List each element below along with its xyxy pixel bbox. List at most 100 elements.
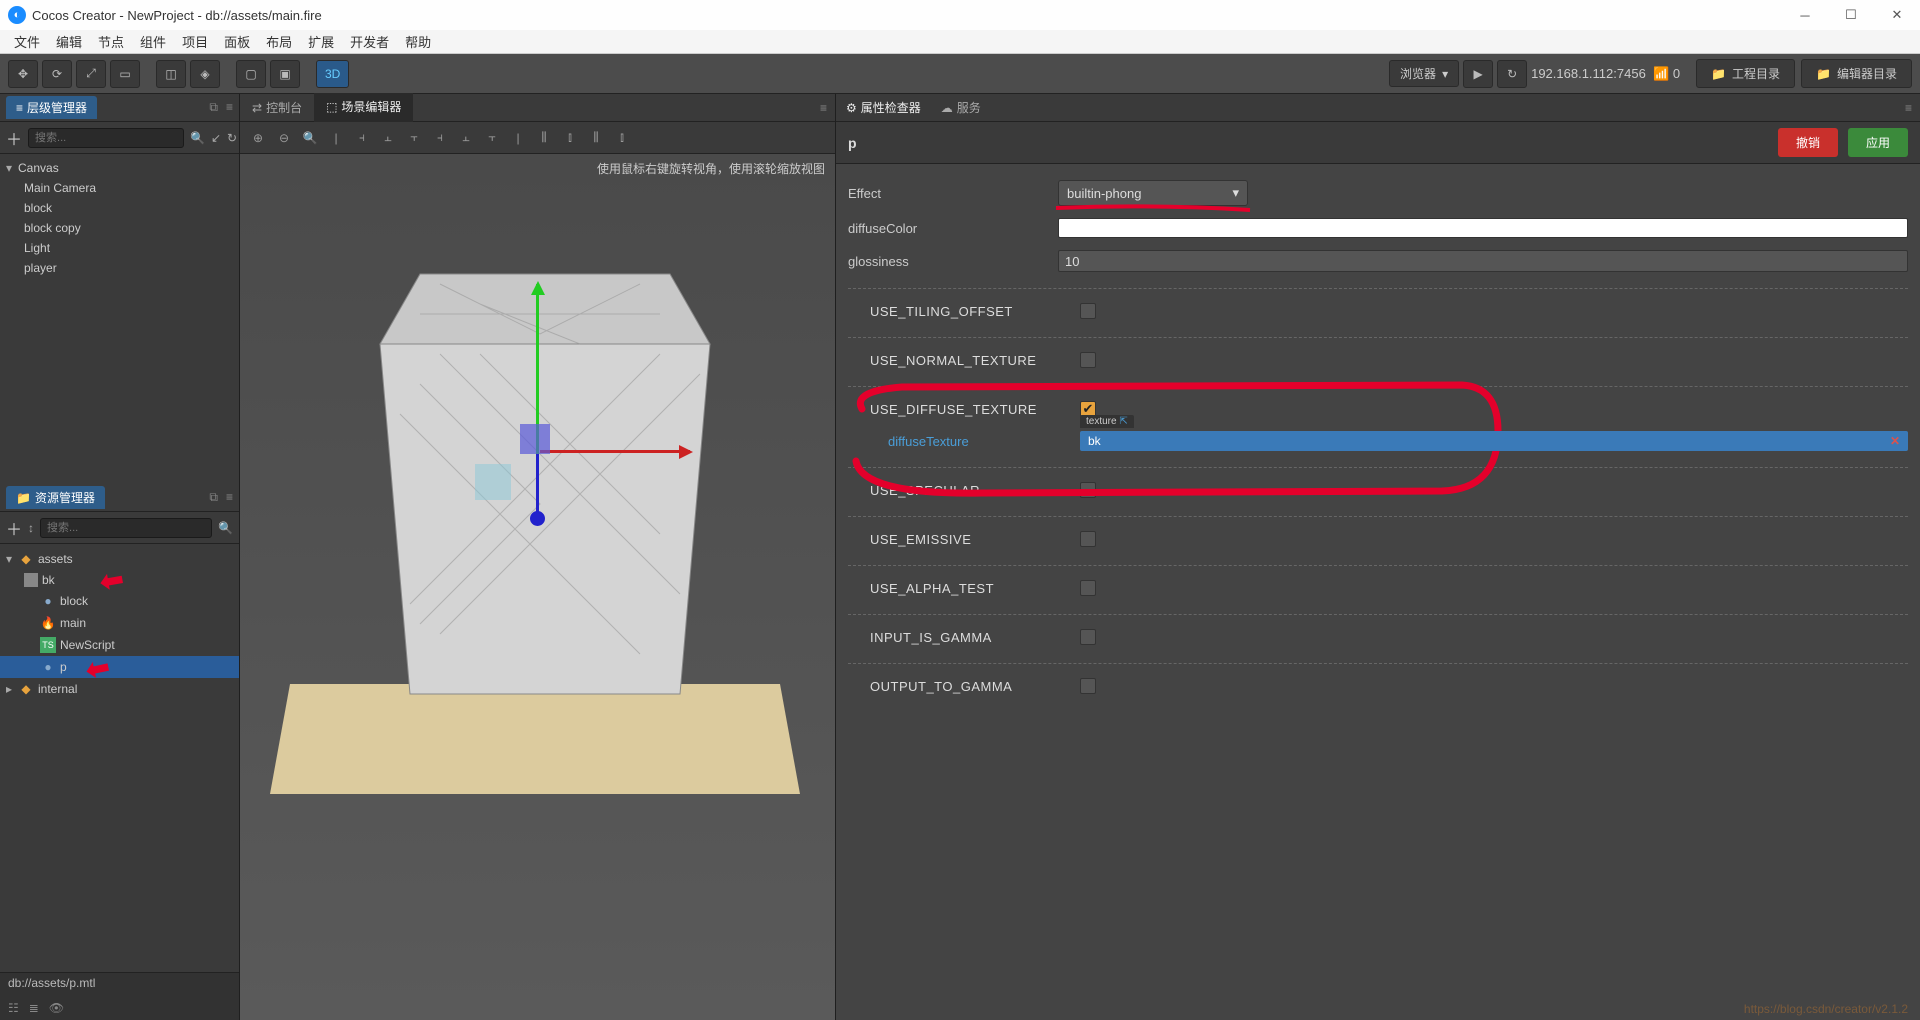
align-b-icon[interactable]: ⫟ — [480, 126, 504, 150]
panel-menu-icon[interactable]: ≡ — [1905, 101, 1912, 115]
search-icon[interactable]: 🔍 — [190, 131, 205, 145]
assets-internal[interactable]: ▸◆internal — [0, 678, 239, 700]
tree-item[interactable]: block — [0, 198, 239, 218]
tree-item[interactable]: player — [0, 258, 239, 278]
param-checkbox[interactable] — [1080, 482, 1096, 498]
menu-developer[interactable]: 开发者 — [342, 32, 397, 51]
add-node-button[interactable]: ＋ — [6, 126, 22, 150]
apply-button[interactable]: 应用 — [1848, 128, 1908, 157]
param-checkbox[interactable] — [1080, 303, 1096, 319]
services-tab[interactable]: ☁ 服务 — [931, 94, 991, 121]
align-r-icon[interactable]: ⫟ — [402, 126, 426, 150]
inspector-tab[interactable]: ⚙ 属性检查器 — [836, 94, 931, 121]
assets-search-input[interactable] — [40, 518, 212, 538]
refresh-button[interactable]: ↻ — [1497, 60, 1527, 88]
param-label: OUTPUT_TO_GAMMA — [870, 679, 1080, 694]
panel-menu-icon[interactable]: ≡ — [226, 490, 233, 505]
param-checkbox[interactable] — [1080, 531, 1096, 547]
align-t-icon[interactable]: ⫞ — [428, 126, 452, 150]
panel-popout-icon[interactable]: ⧉ — [209, 100, 218, 115]
menu-component[interactable]: 组件 — [132, 32, 174, 51]
menu-project[interactable]: 项目 — [174, 32, 216, 51]
asset-item-block[interactable]: ●block — [0, 590, 239, 612]
scene-viewport[interactable]: 使用鼠标右键旋转视角，使用滚轮缩放视图 — [240, 154, 835, 1020]
menu-help[interactable]: 帮助 — [397, 32, 439, 51]
gizmo-x-axis[interactable] — [540, 450, 690, 453]
refresh-hier-icon[interactable]: ↻ — [227, 131, 237, 145]
assets-tab[interactable]: 📁 资源管理器 — [6, 486, 105, 509]
glossiness-input[interactable]: 10 — [1058, 250, 1908, 272]
param-checkbox[interactable] — [1080, 352, 1096, 368]
asset-item-main[interactable]: 🔥main — [0, 612, 239, 634]
sort-icon[interactable]: ↕ — [28, 521, 34, 535]
device-tool-icon[interactable]: ▢ — [236, 60, 266, 88]
scene-tab[interactable]: ⬚ 场景编辑器 — [314, 93, 413, 122]
param-checkbox[interactable] — [1080, 580, 1096, 596]
add-asset-button[interactable]: ＋ — [6, 516, 22, 540]
gizmo-z-axis[interactable] — [536, 454, 539, 514]
menu-file[interactable]: 文件 — [6, 32, 48, 51]
assets-root[interactable]: ▾◆assets — [0, 548, 239, 570]
console-icon[interactable]: ☷ — [8, 1001, 19, 1015]
panel-popout-icon[interactable]: ⧉ — [209, 490, 218, 505]
console-tab[interactable]: ⇄ 控制台 — [240, 94, 314, 121]
diffusecolor-input[interactable] — [1058, 218, 1908, 238]
tree-item[interactable]: block copy — [0, 218, 239, 238]
status-bar: ☷ ≣ 👁 — [0, 996, 239, 1020]
gizmo-plane[interactable] — [475, 464, 511, 500]
move-tool-icon[interactable]: ✥ — [8, 60, 38, 88]
zoom-fit-icon[interactable]: 🔍 — [298, 126, 322, 150]
param-label: USE_DIFFUSE_TEXTURE — [870, 402, 1080, 417]
search-icon[interactable]: 🔍 — [218, 521, 233, 535]
collapse-icon[interactable]: ↙ — [211, 131, 221, 145]
param-checkbox[interactable] — [1080, 678, 1096, 694]
browser-select[interactable]: 浏览器 ▾ — [1389, 60, 1459, 87]
panel-menu-icon[interactable]: ≡ — [226, 100, 233, 115]
minimize-button[interactable]: ─ — [1782, 0, 1828, 30]
dist-h-icon[interactable]: ⫼ — [532, 126, 556, 150]
zoom-in-icon[interactable]: ⊕ — [246, 126, 270, 150]
dist-h2-icon[interactable]: ⫼ — [584, 126, 608, 150]
pivot-tool-icon[interactable]: ◫ — [156, 60, 186, 88]
align-l-icon[interactable]: ⫞ — [350, 126, 374, 150]
close-button[interactable]: ✕ — [1874, 0, 1920, 30]
param-label: INPUT_IS_GAMMA — [870, 630, 1080, 645]
eye-icon[interactable]: 👁 — [49, 1001, 64, 1015]
align-m-icon[interactable]: ⫠ — [454, 126, 478, 150]
anchor-tool-icon[interactable]: ◈ — [190, 60, 220, 88]
align-c-icon[interactable]: ⫠ — [376, 126, 400, 150]
revert-button[interactable]: 撤销 — [1778, 128, 1838, 157]
clear-texture-icon[interactable]: ✕ — [1890, 434, 1900, 448]
menu-panel[interactable]: 面板 — [216, 32, 258, 51]
device2-tool-icon[interactable]: ▣ — [270, 60, 300, 88]
db-icon[interactable]: ≣ — [29, 1001, 39, 1015]
hierarchy-search-input[interactable] — [28, 128, 184, 148]
diffusetexture-slot[interactable]: bk✕ — [1080, 431, 1908, 451]
effect-select[interactable]: builtin-phong▾ — [1058, 180, 1248, 206]
dist-v-icon[interactable]: ⫾ — [558, 126, 582, 150]
gizmo-center-cube[interactable] — [520, 424, 550, 454]
play-button[interactable]: ▶ — [1463, 60, 1493, 88]
tree-item[interactable]: Main Camera — [0, 178, 239, 198]
menu-edit[interactable]: 编辑 — [48, 32, 90, 51]
zoom-out-icon[interactable]: ⊖ — [272, 126, 296, 150]
rotate-tool-icon[interactable]: ⟳ — [42, 60, 72, 88]
project-dir-button[interactable]: 📁工程目录 — [1696, 59, 1795, 88]
hierarchy-tab[interactable]: ≡ 层级管理器 — [6, 96, 97, 119]
asset-item-p[interactable]: ●p ⬅ — [0, 656, 239, 678]
asset-item-bk[interactable]: ▸bk ⬅ — [0, 570, 239, 590]
param-checkbox[interactable] — [1080, 629, 1096, 645]
rect-tool-icon[interactable]: ▭ — [110, 60, 140, 88]
maximize-button[interactable]: ☐ — [1828, 0, 1874, 30]
asset-item-newscript[interactable]: TSNewScript — [0, 634, 239, 656]
3d-toggle[interactable]: 3D — [316, 60, 349, 88]
menu-layout[interactable]: 布局 — [258, 32, 300, 51]
panel-menu-icon[interactable]: ≡ — [820, 101, 827, 115]
dist-v2-icon[interactable]: ⫾ — [610, 126, 634, 150]
scale-tool-icon[interactable]: ⤢ — [76, 60, 106, 88]
tree-item[interactable]: Light — [0, 238, 239, 258]
tree-root-canvas[interactable]: ▾Canvas — [0, 158, 239, 178]
menu-extension[interactable]: 扩展 — [300, 32, 342, 51]
editor-dir-button[interactable]: 📁编辑器目录 — [1801, 59, 1912, 88]
menu-node[interactable]: 节点 — [90, 32, 132, 51]
